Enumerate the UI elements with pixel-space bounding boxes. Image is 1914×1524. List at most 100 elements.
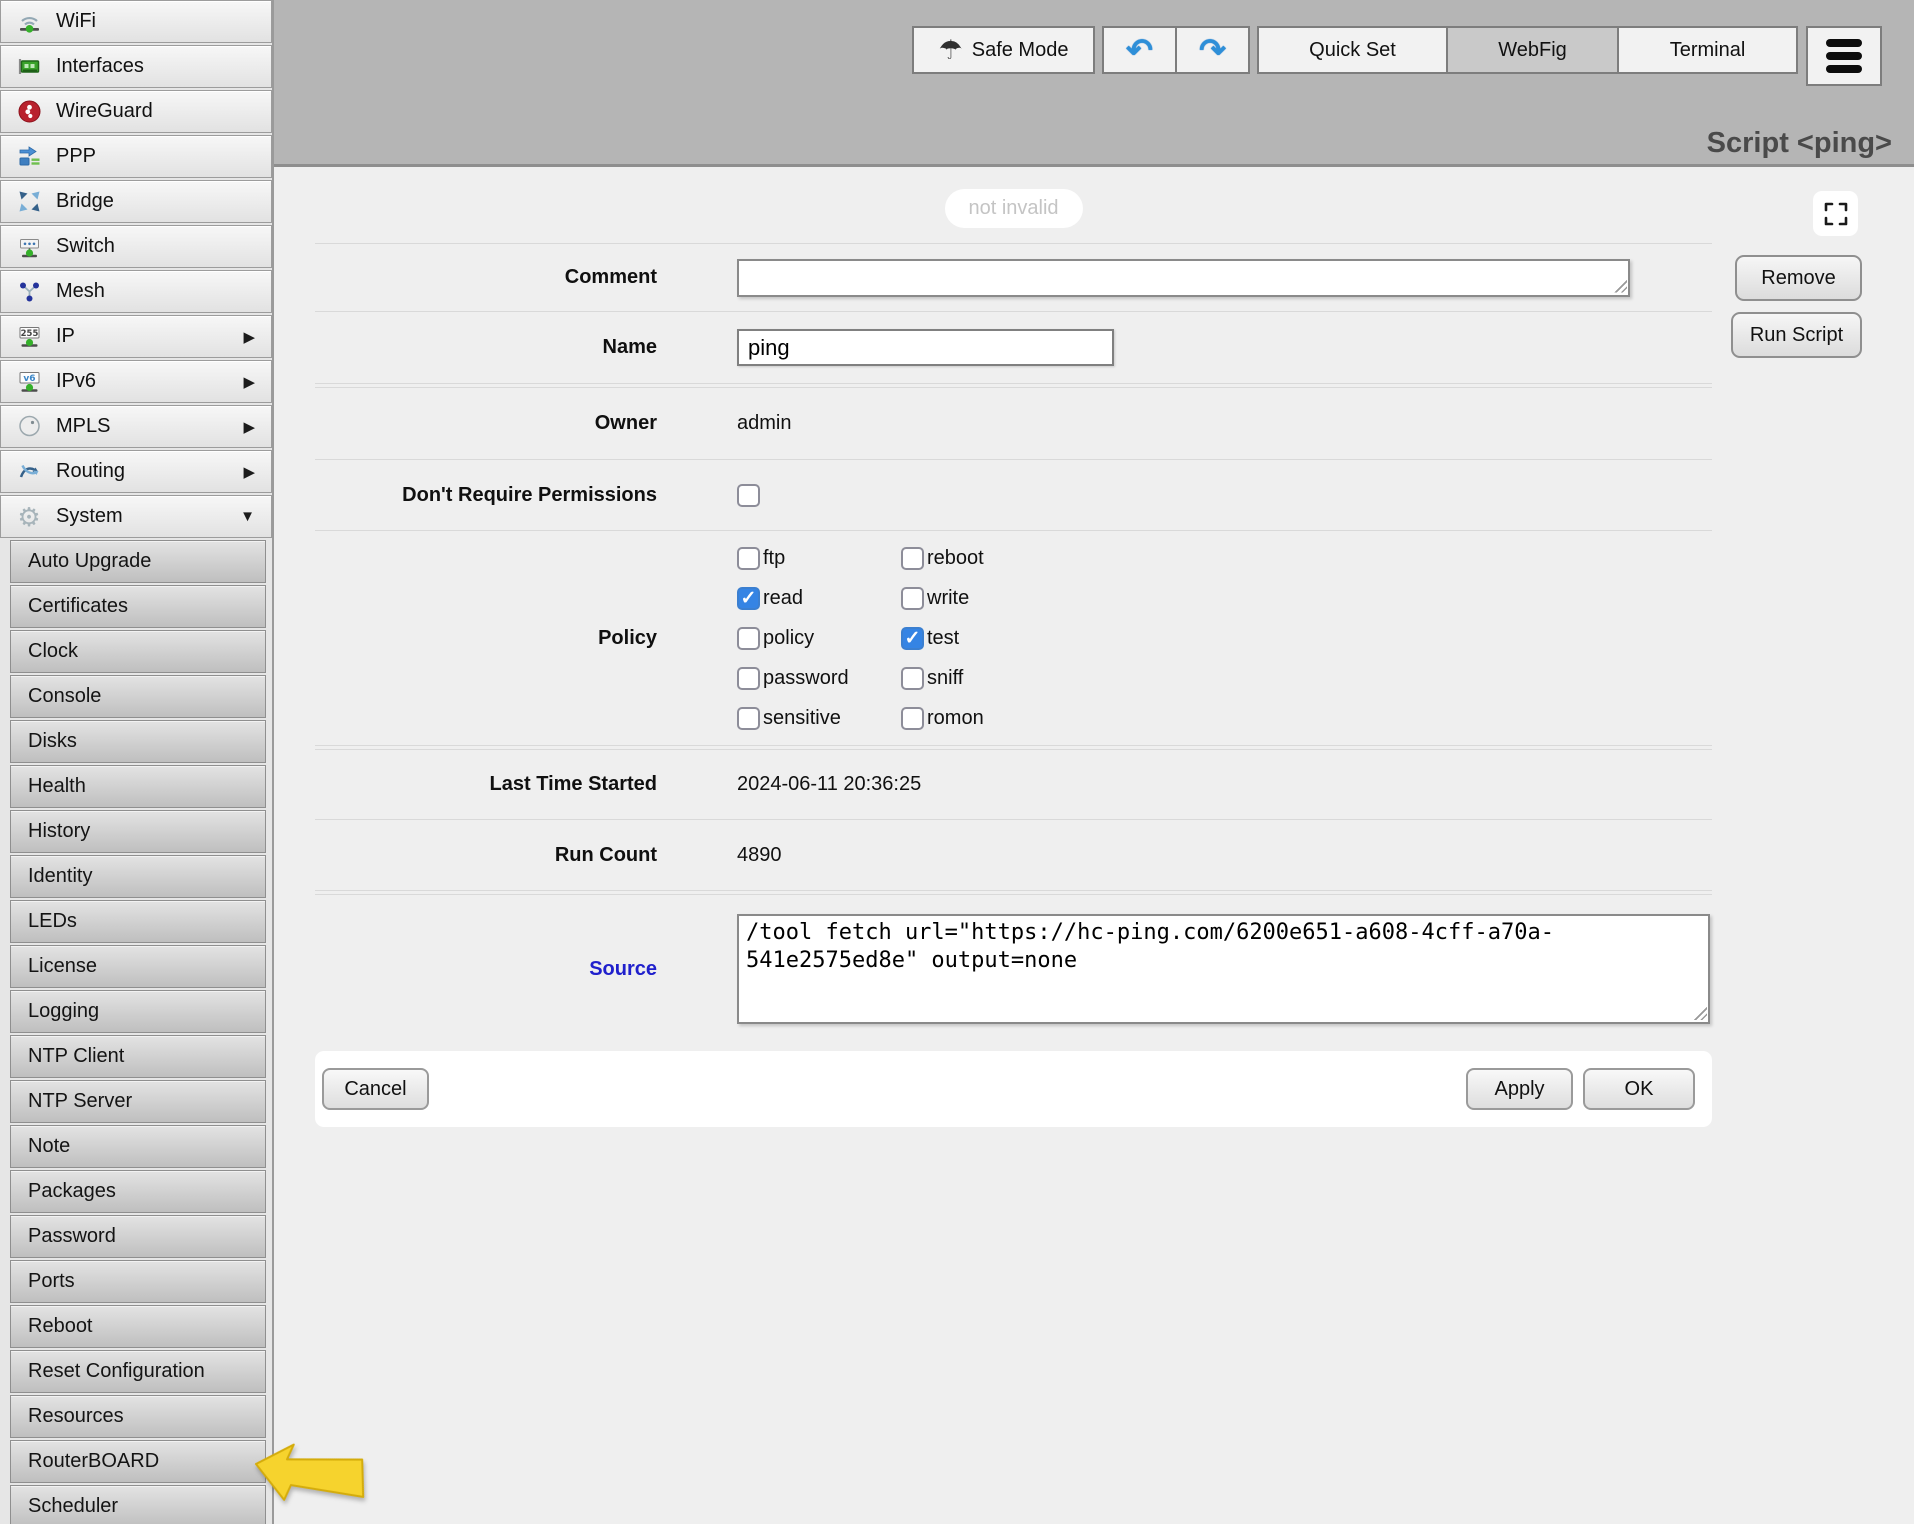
- comment-field[interactable]: [737, 259, 1630, 297]
- dont-require-permissions-checkbox[interactable]: [737, 484, 760, 507]
- sidebar-item-label: Auto Upgrade: [28, 550, 151, 573]
- sidebar-item-console[interactable]: Console: [10, 675, 266, 718]
- policy-checkbox-sniff[interactable]: [901, 667, 924, 690]
- sidebar-item-mpls[interactable]: MPLS ▶: [0, 405, 272, 448]
- sidebar-item-label: History: [28, 820, 90, 843]
- expand-arrow-icon: ▶: [243, 418, 255, 436]
- policy-checkbox-policy[interactable]: [737, 627, 760, 650]
- policy-option-label[interactable]: romon: [927, 707, 984, 730]
- policy-checkbox-grid: ✓ftp ✓reboot ✓read ✓write ✓policy ✓test …: [737, 547, 984, 730]
- sidebar-item-label: Note: [28, 1135, 70, 1158]
- policy-option-label[interactable]: reboot: [927, 547, 984, 570]
- interfaces-icon: [14, 53, 44, 81]
- policy-checkbox-test[interactable]: [901, 627, 924, 650]
- sidebar-item-label: Password: [28, 1225, 116, 1248]
- sidebar-item-ntp-client[interactable]: NTP Client: [10, 1035, 266, 1078]
- policy-option-label[interactable]: test: [927, 627, 959, 650]
- sidebar-item-wifi[interactable]: WiFi: [0, 0, 272, 43]
- ok-button[interactable]: OK: [1583, 1068, 1695, 1110]
- policy-checkbox-read[interactable]: [737, 587, 760, 610]
- comment-label: Comment: [315, 266, 657, 289]
- redo-button[interactable]: ↷: [1175, 26, 1250, 74]
- tab-quick-set[interactable]: Quick Set: [1257, 26, 1448, 74]
- tab-terminal[interactable]: Terminal: [1617, 26, 1798, 74]
- sidebar-item-identity[interactable]: Identity: [10, 855, 266, 898]
- sidebar-item-ip[interactable]: 255 IP ▶: [0, 315, 272, 358]
- sidebar-item-label: Reboot: [28, 1315, 93, 1338]
- policy-option-label[interactable]: sensitive: [763, 707, 841, 730]
- sidebar-item-packages[interactable]: Packages: [10, 1170, 266, 1213]
- sidebar-item-history[interactable]: History: [10, 810, 266, 853]
- cancel-button[interactable]: Cancel: [322, 1068, 429, 1110]
- run-count-label: Run Count: [315, 844, 657, 867]
- policy-checkbox-ftp[interactable]: [737, 547, 760, 570]
- sidebar-item-password[interactable]: Password: [10, 1215, 266, 1258]
- run-script-button[interactable]: Run Script: [1731, 312, 1862, 358]
- sidebar-item-resources[interactable]: Resources: [10, 1395, 266, 1438]
- sidebar-item-logging[interactable]: Logging: [10, 990, 266, 1033]
- hamburger-menu-button[interactable]: [1806, 26, 1882, 86]
- sidebar-item-note[interactable]: Note: [10, 1125, 266, 1168]
- sidebar-item-certificates[interactable]: Certificates: [10, 585, 266, 628]
- sidebar-item-label: Reset Configuration: [28, 1360, 205, 1383]
- policy-checkbox-romon[interactable]: [901, 707, 924, 730]
- remove-button[interactable]: Remove: [1735, 255, 1862, 301]
- policy-label: Policy: [315, 627, 657, 650]
- sidebar-item-switch[interactable]: Switch: [0, 225, 272, 268]
- sidebar-item-ntp-server[interactable]: NTP Server: [10, 1080, 266, 1123]
- sidebar-item-label: System: [56, 505, 123, 528]
- last-time-started-value: 2024-06-11 20:36:25: [737, 773, 921, 796]
- owner-label: Owner: [315, 412, 657, 435]
- undo-button[interactable]: ↶: [1102, 26, 1177, 74]
- tab-webfig[interactable]: WebFig: [1446, 26, 1619, 74]
- sidebar-item-bridge[interactable]: Bridge: [0, 180, 272, 223]
- fullscreen-button[interactable]: [1813, 191, 1858, 236]
- sidebar-item-ppp[interactable]: PPP: [0, 135, 272, 178]
- sidebar-item-label: NTP Client: [28, 1045, 124, 1068]
- sidebar-item-routing[interactable]: Routing ▶: [0, 450, 272, 493]
- sidebar-item-disks[interactable]: Disks: [10, 720, 266, 763]
- ppp-icon: [14, 143, 44, 171]
- system-submenu: Auto Upgrade Certificates Clock Console …: [10, 540, 266, 1524]
- toolbar: ☂ Safe Mode ↶ ↷ Quick Set WebFig Termina…: [912, 26, 1882, 86]
- policy-option-label[interactable]: policy: [763, 627, 814, 650]
- sidebar-item-mesh[interactable]: Mesh: [0, 270, 272, 313]
- policy-option-label[interactable]: password: [763, 667, 849, 690]
- page-canvas: WiFi Interfaces WireGuard PPP: [0, 0, 1914, 1524]
- source-field[interactable]: [737, 914, 1710, 1024]
- policy-checkbox-sensitive[interactable]: [737, 707, 760, 730]
- name-label: Name: [315, 336, 657, 359]
- sidebar-item-clock[interactable]: Clock: [10, 630, 266, 673]
- sidebar-item-scheduler[interactable]: Scheduler: [10, 1485, 266, 1524]
- policy-option-label[interactable]: write: [927, 587, 969, 610]
- sidebar-item-health[interactable]: Health: [10, 765, 266, 808]
- policy-option-label[interactable]: ftp: [763, 547, 785, 570]
- sidebar-item-label: NTP Server: [28, 1090, 132, 1113]
- policy-checkbox-reboot[interactable]: [901, 547, 924, 570]
- apply-button[interactable]: Apply: [1466, 1068, 1573, 1110]
- header: ☂ Safe Mode ↶ ↷ Quick Set WebFig Termina…: [272, 0, 1914, 167]
- sidebar-item-ports[interactable]: Ports: [10, 1260, 266, 1303]
- expand-arrow-icon: ▶: [243, 463, 255, 481]
- sidebar-item-label: RouterBOARD: [28, 1450, 159, 1473]
- sidebar-item-interfaces[interactable]: Interfaces: [0, 45, 272, 88]
- safe-mode-button[interactable]: ☂ Safe Mode: [912, 26, 1095, 74]
- sidebar-item-reboot[interactable]: Reboot: [10, 1305, 266, 1348]
- policy-option-label[interactable]: sniff: [927, 667, 963, 690]
- sidebar-item-wireguard[interactable]: WireGuard: [0, 90, 272, 133]
- policy-option-label[interactable]: read: [763, 587, 803, 610]
- sidebar-item-license[interactable]: License: [10, 945, 266, 988]
- expand-arrow-icon: ▶: [243, 373, 255, 391]
- policy-checkbox-password[interactable]: [737, 667, 760, 690]
- sidebar-item-label: Console: [28, 685, 101, 708]
- sidebar-item-auto-upgrade[interactable]: Auto Upgrade: [10, 540, 266, 583]
- policy-checkbox-write[interactable]: [901, 587, 924, 610]
- sidebar-item-label: License: [28, 955, 97, 978]
- sidebar-item-leds[interactable]: LEDs: [10, 900, 266, 943]
- source-row: Source: [315, 895, 1712, 1043]
- sidebar-item-ipv6[interactable]: v6 IPv6 ▶: [0, 360, 272, 403]
- sidebar-item-system[interactable]: ⚙ System ▼: [0, 495, 272, 538]
- sidebar-item-routerboard[interactable]: RouterBOARD: [10, 1440, 266, 1483]
- name-field[interactable]: [737, 329, 1114, 366]
- sidebar-item-reset-configuration[interactable]: Reset Configuration: [10, 1350, 266, 1393]
